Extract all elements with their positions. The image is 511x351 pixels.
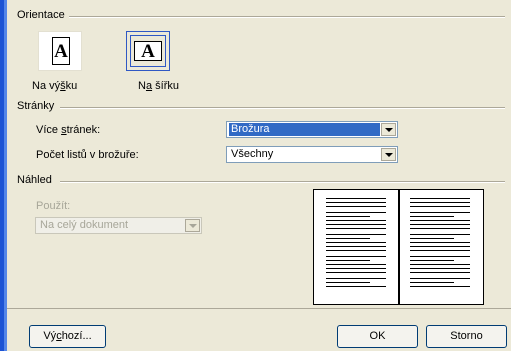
- preview-text-line: [410, 216, 454, 217]
- chevron-down-icon[interactable]: [381, 123, 396, 136]
- preview-text-line: [410, 212, 470, 213]
- preview-group-divider: [60, 181, 505, 183]
- multiple-pages-select[interactable]: Brožura: [226, 121, 398, 138]
- preview-text-line: [326, 238, 370, 239]
- landscape-label: Na šířku: [138, 80, 179, 92]
- preview-text-line: [326, 250, 386, 251]
- preview-text-line: [326, 286, 386, 287]
- booklet-spine: [398, 190, 400, 304]
- preview-text-line: [410, 264, 470, 265]
- orientation-group-divider: [62, 16, 505, 18]
- preview-text-line: [326, 212, 386, 213]
- preview-text-line: [326, 256, 386, 257]
- chevron-down-icon[interactable]: [381, 148, 396, 161]
- preview-text-line: [410, 238, 454, 239]
- sheets-in-booklet-select[interactable]: Všechny: [226, 146, 398, 163]
- portrait-option[interactable]: A: [38, 31, 82, 71]
- default-button[interactable]: Výchozí...: [29, 325, 106, 348]
- preview-text-line: [410, 220, 470, 221]
- pages-group-divider: [60, 107, 505, 109]
- portrait-label: Na výšku: [32, 80, 78, 92]
- preview-text-line: [326, 268, 386, 269]
- preview-text-line: [326, 234, 386, 235]
- preview-text-line: [410, 224, 470, 225]
- apply-to-select[interactable]: Na celý dokument: [35, 217, 202, 234]
- preview-text-line: [326, 198, 386, 199]
- preview-text-line: [410, 202, 470, 203]
- preview-text-line: [326, 206, 386, 207]
- preview-text-line: [326, 202, 386, 203]
- preview-text-line: [326, 260, 370, 261]
- preview-text-line: [410, 198, 470, 199]
- pages-group-label: Stránky: [17, 100, 59, 112]
- preview-text-line: [326, 282, 370, 283]
- preview-group-label: Náhled: [17, 174, 56, 186]
- preview-text-line: [410, 268, 470, 269]
- button-bar-divider: [7, 308, 511, 309]
- orientation-group-label: Orientace: [17, 9, 69, 21]
- ok-button[interactable]: OK: [337, 325, 418, 348]
- multiple-pages-label: Více stránek:: [36, 124, 101, 136]
- sheets-in-booklet-label: Počet listů v brožuře:: [36, 149, 139, 161]
- preview-text-line: [410, 246, 470, 247]
- preview-text-line: [410, 260, 454, 261]
- preview-left-page: [326, 198, 390, 296]
- preview-right-page: [410, 198, 474, 296]
- preview-text-line: [326, 228, 386, 229]
- preview-text-line: [410, 286, 470, 287]
- preview-text-line: [410, 234, 470, 235]
- apply-to-label: Použít:: [36, 200, 71, 212]
- preview-text-line: [326, 278, 386, 279]
- booklet-preview: [313, 189, 484, 305]
- landscape-option[interactable]: A: [126, 31, 170, 71]
- apply-to-value: Na celý dokument: [40, 219, 129, 231]
- landscape-page-icon: A: [134, 41, 162, 61]
- preview-text-line: [410, 272, 470, 273]
- preview-text-line: [410, 282, 454, 283]
- portrait-page-icon: A: [52, 37, 70, 65]
- preview-text-line: [410, 228, 470, 229]
- chevron-down-icon[interactable]: [185, 219, 200, 232]
- sheets-in-booklet-value: Všechny: [231, 148, 274, 160]
- preview-text-line: [410, 278, 470, 279]
- preview-text-line: [410, 242, 470, 243]
- preview-text-line: [410, 250, 470, 251]
- preview-text-line: [326, 224, 386, 225]
- preview-text-line: [326, 264, 386, 265]
- multiple-pages-value: Brožura: [229, 123, 380, 136]
- window-frame-edge-inner: [4, 0, 7, 351]
- preview-text-line: [326, 272, 386, 273]
- preview-text-line: [326, 242, 386, 243]
- preview-text-line: [410, 206, 470, 207]
- cancel-button[interactable]: Storno: [426, 325, 507, 348]
- preview-text-line: [410, 256, 470, 257]
- page-setup-dialog: Orientace A Na výšku A Na šířku Stránky …: [0, 0, 511, 351]
- preview-text-line: [326, 216, 370, 217]
- preview-text-line: [326, 220, 386, 221]
- preview-text-line: [326, 246, 386, 247]
